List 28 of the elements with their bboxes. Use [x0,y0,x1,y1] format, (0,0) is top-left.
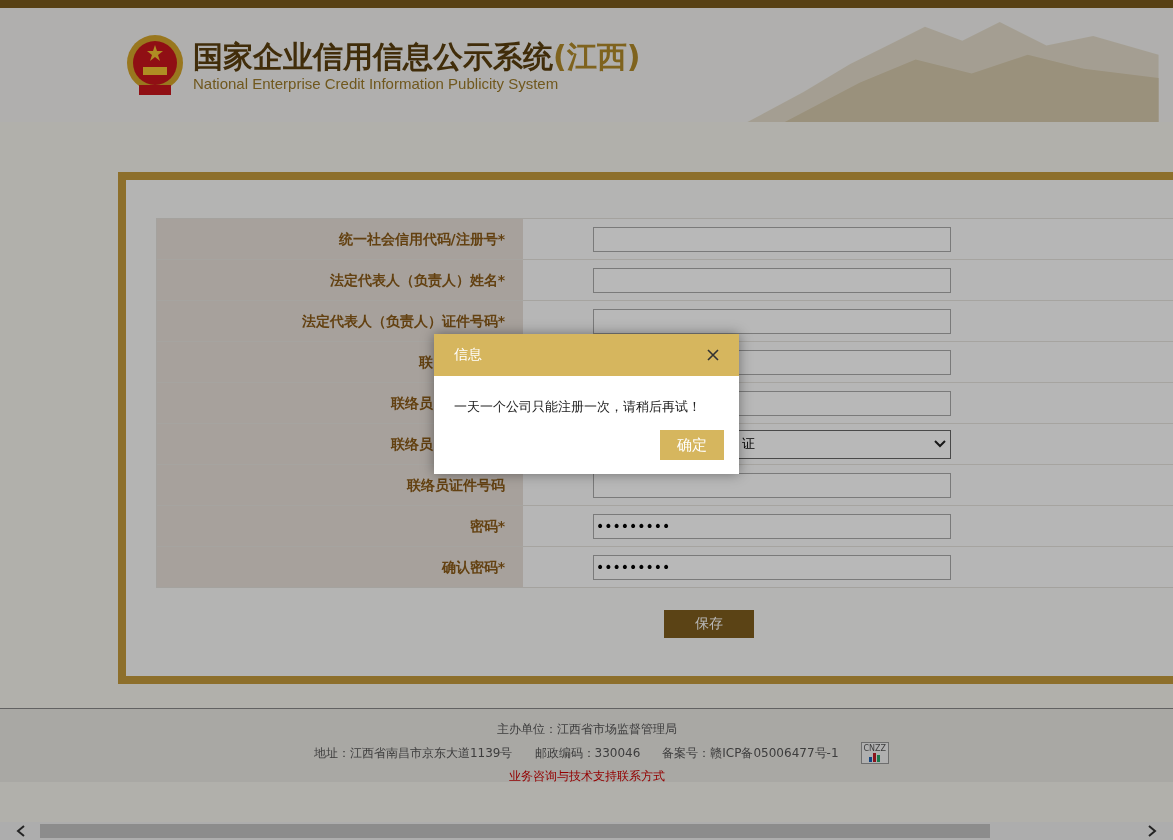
input-field[interactable] [593,472,951,498]
address-text: 地址：江西省南昌市京东大道1139号 [313,744,513,762]
horizontal-scrollbar[interactable] [0,822,1173,840]
site-subtitle: National Enterprise Credit Information Publicity System [193,74,560,92]
dialog-title: 信息 [454,346,482,364]
input-field[interactable] [593,267,951,293]
field-label: 法定代表人（负责人）姓名* [157,260,523,300]
postcode-text: 邮政编码：330046 [534,744,641,762]
close-icon[interactable] [707,349,719,361]
field-label: 确认密码* [157,547,523,587]
contact-link[interactable]: 业务咨询与技术支持联系方式 [508,768,665,785]
emblem-icon [125,33,185,97]
site-title: 国家企业信用信息公示系统 [193,38,553,74]
save-button[interactable]: 保存 [664,610,754,638]
field-label: 法定代表人（负责人）证件号码* [157,301,523,341]
counter-badge[interactable]: CNZZ [860,742,890,764]
sponsor-text: 主办单位：江西省市场监督管理局 [496,721,677,738]
field-label: 统一社会信用代码/注册号* [157,219,523,259]
field-label: 联络员证件号码 [157,465,523,505]
input-field[interactable] [593,226,951,252]
bar-chart-icon [868,753,881,762]
input-field[interactable]: ••••••••• [593,513,951,539]
region-label: (江西) [553,38,641,74]
input-field[interactable]: ••••••••• [593,554,951,580]
input-field[interactable] [593,308,951,334]
field-label: 密码* [157,506,523,546]
icp-text: 备案号：赣ICP备05006477号-1 [662,744,839,762]
chevron-down-icon [934,440,946,448]
